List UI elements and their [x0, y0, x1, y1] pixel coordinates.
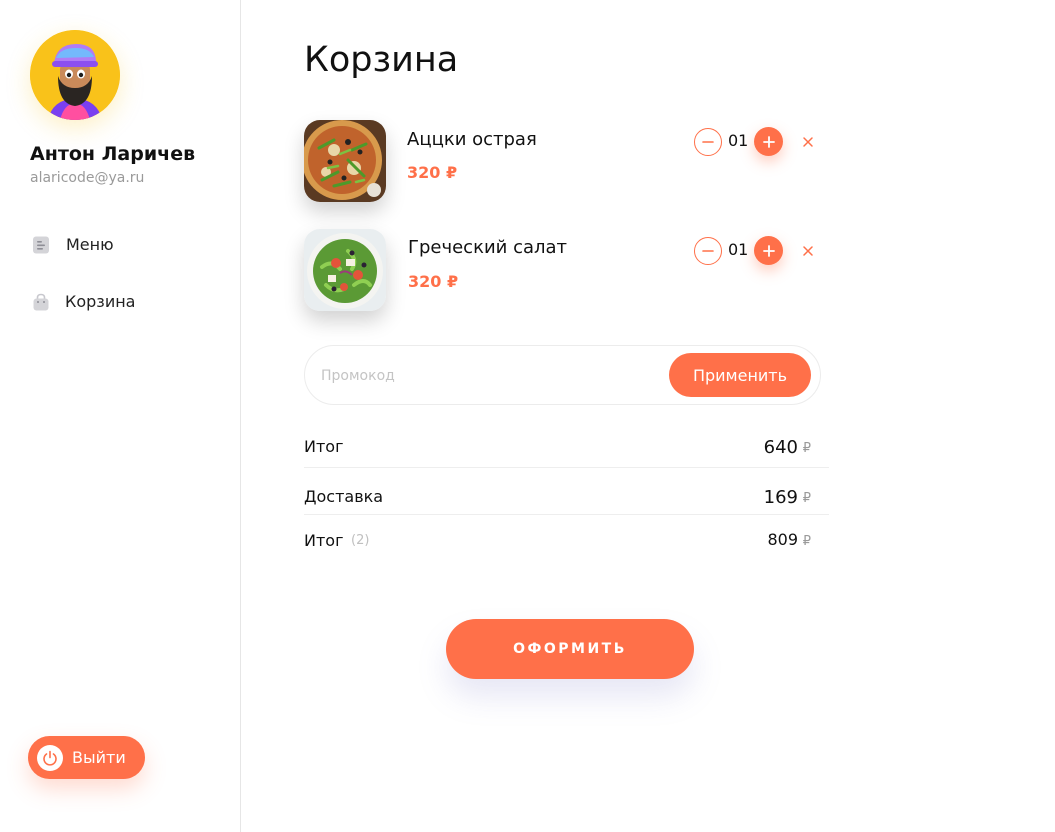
item-name: Аццки острая	[407, 129, 537, 150]
menu-doc-icon	[32, 236, 50, 254]
currency-symbol: ₽	[802, 441, 811, 456]
logout-button[interactable]: Выйти	[28, 736, 145, 779]
remove-item-button[interactable]	[801, 134, 815, 148]
delivery-label: Доставка	[304, 487, 384, 506]
page-title: Корзина	[304, 40, 459, 80]
total-value: 809	[767, 530, 798, 549]
currency-symbol: ₽	[802, 534, 811, 549]
quantity-value: 01	[728, 131, 749, 150]
cart-item: Греческий салат 320 ₽ 01	[304, 229, 824, 311]
currency-symbol: ₽	[802, 491, 811, 506]
quantity-value: 01	[728, 240, 749, 259]
user-email: alaricode@ya.ru	[30, 170, 145, 186]
cart-item: Аццки острая 320 ₽ 01	[304, 120, 824, 202]
delivery-row: Доставка 169 ₽	[304, 485, 829, 515]
subtotal-value: 640	[763, 437, 798, 458]
sidebar-item-label: Корзина	[65, 292, 136, 311]
item-price: 320 ₽	[408, 272, 459, 291]
close-icon	[803, 137, 813, 147]
delivery-value: 169	[763, 487, 798, 508]
minus-icon	[702, 250, 714, 252]
subtotal-row: Итог 640 ₽	[304, 435, 829, 468]
pizza-photo	[304, 120, 386, 202]
total-row: Итог (2) 809 ₽	[304, 529, 829, 555]
sidebar-item-cart[interactable]: Корзина	[32, 292, 135, 311]
increase-quantity-button[interactable]	[754, 127, 783, 156]
minus-icon	[702, 141, 714, 143]
subtotal-label: Итог	[304, 437, 344, 456]
promo-code-input[interactable]	[321, 364, 641, 388]
plus-icon	[762, 135, 775, 148]
increase-quantity-button[interactable]	[754, 236, 783, 265]
promo-code-form: Применить	[304, 345, 821, 405]
shopping-bag-icon	[32, 293, 50, 311]
sidebar-item-menu[interactable]: Меню	[32, 235, 114, 254]
total-label: Итог	[304, 531, 344, 550]
item-name: Греческий салат	[408, 237, 568, 258]
plus-icon	[762, 244, 775, 257]
power-icon	[37, 744, 63, 771]
avatar	[30, 30, 120, 120]
sidebar: Антон Ларичев alaricode@ya.ru Меню Корзи…	[0, 0, 241, 832]
decrease-quantity-button[interactable]	[694, 128, 722, 156]
sidebar-item-label: Меню	[66, 235, 114, 254]
apply-promo-button[interactable]: Применить	[669, 353, 811, 397]
remove-item-button[interactable]	[801, 243, 815, 257]
close-icon	[803, 246, 813, 256]
item-price: 320 ₽	[407, 163, 458, 182]
checkout-button[interactable]: ОФОРМИТЬ	[446, 619, 694, 679]
logout-label: Выйти	[72, 748, 126, 767]
user-name: Антон Ларичев	[30, 143, 196, 165]
total-item-count: (2)	[351, 533, 370, 548]
salad-photo	[304, 229, 386, 311]
decrease-quantity-button[interactable]	[694, 237, 722, 265]
